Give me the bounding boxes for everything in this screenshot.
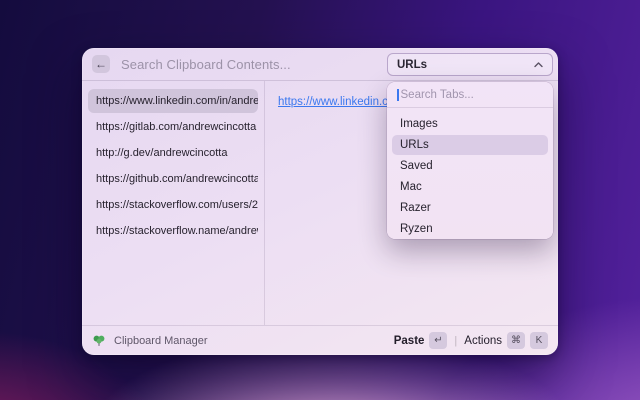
dropdown-item-mac[interactable]: Mac [392, 177, 548, 197]
dropdown-item-images[interactable]: Images [392, 114, 548, 134]
dropdown-item-saved[interactable]: Saved [392, 156, 548, 176]
text-caret [397, 89, 399, 101]
header: ← Search Clipboard Contents... URLs [82, 48, 558, 80]
list-item[interactable]: https://stackoverflow.com/users/207... [88, 193, 258, 217]
clipboard-manager-window: ← Search Clipboard Contents... URLs http… [82, 48, 558, 355]
list-item[interactable]: http://g.dev/andrewcincotta [88, 141, 258, 165]
list-item[interactable]: https://github.com/andrewcincotta [88, 167, 258, 191]
filter-selected-value: URLs [397, 59, 427, 71]
filter-dropdown-trigger[interactable]: URLs [387, 53, 553, 76]
command-key-icon: ⌘ [507, 332, 525, 349]
dropdown-item-ryzen[interactable]: Ryzen [392, 219, 548, 239]
tabs-search-input[interactable]: Search Tabs... [387, 82, 553, 107]
list-item[interactable]: https://gitlab.com/andrewcincotta [88, 115, 258, 139]
back-button[interactable]: ← [92, 55, 110, 73]
tabs-dropdown-panel: Search Tabs... Images URLs Saved Mac Raz… [387, 82, 553, 239]
clipboard-manager-icon [92, 334, 106, 348]
footer-bar: Clipboard Manager Paste ↵ | Actions ⌘ K [82, 325, 558, 355]
tabs-search-placeholder: Search Tabs... [401, 89, 474, 101]
actions-button[interactable]: Actions ⌘ K [464, 332, 548, 349]
tabs-dropdown-items: Images URLs Saved Mac Razer Ryzen [387, 108, 553, 239]
dropdown-item-razer[interactable]: Razer [392, 198, 548, 218]
back-arrow-icon: ← [95, 58, 107, 70]
paste-label: Paste [394, 335, 425, 347]
k-key-icon: K [530, 332, 548, 349]
search-input[interactable]: Search Clipboard Contents... [121, 57, 291, 72]
app-name: Clipboard Manager [114, 335, 208, 347]
list-item[interactable]: https://www.linkedin.com/in/andrew... [88, 89, 258, 113]
dropdown-item-urls[interactable]: URLs [392, 135, 548, 155]
actions-label: Actions [464, 335, 502, 347]
clipboard-list: https://www.linkedin.com/in/andrew... ht… [82, 81, 264, 325]
footer-divider: | [454, 335, 457, 347]
paste-button[interactable]: Paste ↵ [394, 332, 448, 349]
chevron-up-icon [534, 62, 543, 68]
list-item[interactable]: https://stackoverflow.name/andrew-... [88, 219, 258, 243]
enter-key-icon: ↵ [429, 332, 447, 349]
